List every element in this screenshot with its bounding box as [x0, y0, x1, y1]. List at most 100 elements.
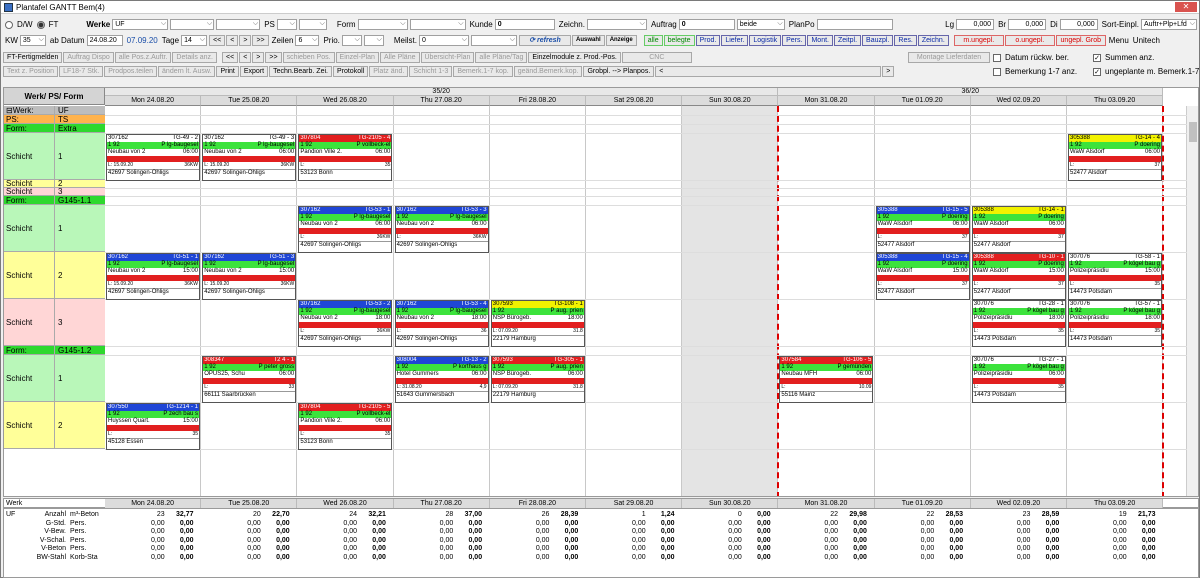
ungepl-grob-button[interactable]: ungepl. Grob [1055, 35, 1106, 46]
text-z-position-button[interactable]: Text z. Position [3, 66, 59, 77]
plan-card[interactable]: 307550 TG-1214 - 11 92 P zech bau s Huyssen… [106, 403, 200, 450]
plan-card[interactable]: 305388 TG-15 - 41 92 P doering WaW Alsdorf 1… [875, 253, 970, 300]
schicht-button[interactable]: Schicht 1-3 [409, 66, 453, 77]
meilst-select[interactable]: 0 [419, 35, 470, 46]
filter-pers-button[interactable]: Pers. [782, 35, 807, 46]
prio-select[interactable] [341, 35, 362, 46]
cnc-button[interactable]: CNC [621, 52, 692, 63]
plan-card[interactable]: 307804 TG-2105 - 51 92 P vollbeck-el Pandio… [298, 403, 393, 450]
radio-ft[interactable] [36, 20, 45, 29]
uebersicht-plan-button[interactable]: Übersicht-Plan [420, 52, 475, 63]
plan-card[interactable]: 307162 TG-53 - 11 92 P lg-baugesel Neubau v… [298, 206, 393, 253]
ps-select[interactable] [276, 19, 297, 30]
meilst-select-2[interactable] [471, 35, 518, 46]
filter-bauzpl-button[interactable]: Bauzpl. [862, 35, 894, 46]
schieben-pos-button[interactable]: schieben Pos. [282, 52, 335, 63]
filter-zeitpl-button[interactable]: Zeitpl. [833, 35, 862, 46]
datum-rueckw-checkbox[interactable] [993, 53, 1001, 62]
plan-card[interactable]: 305388 TG-14 - 4 1 92 P doering WaW Alsdorf 0… [1068, 134, 1162, 181]
details-anz-button[interactable]: Details anz. [172, 52, 217, 63]
plan-card[interactable]: 305388 TG-15 - 5 1 92 P doering WaW Alsdorf 0… [875, 206, 970, 253]
prodpos-teilen-button[interactable]: Prodpos.teilen [104, 66, 158, 77]
plan-card[interactable]: 307162 TG-49 - 21 92 P lg-baugesel Neubau v… [106, 134, 200, 181]
protokoll-button[interactable]: Protokoll [332, 66, 369, 77]
br-input[interactable]: 0,000 [1008, 19, 1047, 30]
scroll-thumb[interactable] [1189, 122, 1197, 142]
tage-select[interactable]: 14 [181, 35, 208, 46]
filter-alle-button[interactable]: alle [643, 35, 663, 46]
plan-card[interactable]: 307162 TG-49 - 31 92 P lg-baugesel Neubau v… [202, 134, 297, 181]
filter-res-button[interactable]: Res. [894, 35, 917, 46]
anzeige-button[interactable]: Anzeige [605, 35, 637, 46]
plan-card[interactable]: 307593 TG-305 - 11 92 P aug. prien NSP Büro… [490, 356, 585, 403]
refresh-button[interactable]: ⟳ refresh [519, 35, 572, 46]
werke-select-3[interactable] [216, 19, 261, 30]
montage-lieferdaten-button[interactable]: Montage Lieferdaten [908, 52, 990, 63]
radio-dw[interactable] [5, 20, 13, 29]
plan-card[interactable]: 307076 TG-27 - 11 92 P kögel bau g Polizeip… [971, 356, 1066, 403]
grobpl-planpos-button[interactable]: Grobpl. --> Planpos. [583, 66, 655, 77]
werke-select[interactable]: UF [112, 19, 169, 30]
ft-fertigmelden-button[interactable]: FT-Fertigmelden [3, 52, 63, 63]
plan-card[interactable]: 307076 TG-58 - 11 92 P kögel bau g Polizeip… [1068, 253, 1162, 300]
techn-bearb-button[interactable]: Techn.Bearb. Zei. [269, 66, 332, 77]
zeichn-select[interactable] [586, 19, 647, 30]
print-button[interactable]: Print [216, 66, 239, 77]
auswahl-button[interactable]: Auswahl [572, 35, 605, 46]
filter-prod-button[interactable]: Prod. [695, 35, 721, 46]
plan-card[interactable]: 307162 TG-51 - 11 92 P lg-baugesel Neubau v… [106, 253, 200, 300]
alle-plaene-tag-button[interactable]: alle Pläne/Tag [475, 52, 528, 63]
filter-logistik-button[interactable]: Logistik [749, 35, 782, 46]
ungeplante-checkbox[interactable]: ✓ [1093, 67, 1101, 76]
beide-select[interactable]: beide [736, 19, 785, 30]
kw-select[interactable]: 35 [19, 35, 46, 46]
zeilen-select[interactable]: 6 [295, 35, 320, 46]
lg-input[interactable]: 0,000 [956, 19, 995, 30]
einzelmodule-button[interactable]: Einzelmodule z. Prod.-Pos. [528, 52, 621, 63]
plan-card[interactable]: 307162 TG-53 - 21 92 P lg-baugesel Neubau v… [298, 300, 393, 347]
form-select-2[interactable] [409, 19, 466, 30]
nav-next-button[interactable]: > [239, 35, 252, 46]
date-from-input[interactable]: 24.08.20 [86, 35, 123, 46]
pos-next-button[interactable]: > [252, 52, 265, 63]
auftrag-input[interactable]: 0 [678, 19, 735, 30]
plan-card[interactable]: 307804 TG-2105 - 41 92 P vollbeck-el Pandio… [298, 134, 393, 181]
werke-select-2[interactable] [170, 19, 215, 30]
nav-first-button[interactable]: << [209, 35, 226, 46]
summen-anz-checkbox[interactable]: ✓ [1093, 53, 1101, 62]
einzel-plan-button[interactable]: Einzel-Plan [335, 52, 379, 63]
plan-card[interactable]: 307593 TG-108 - 11 92 P aug. prien NSP Büro… [490, 300, 585, 347]
bemerkung-checkbox[interactable] [993, 67, 1001, 76]
plan-card[interactable]: 305388 TG-10 - 11 92 P doering WaW Alsdorf 1… [971, 253, 1066, 300]
lf18-button[interactable]: LF18-7 Stk. [59, 66, 104, 77]
plan-card[interactable]: 308004 TG-13 - 21 92 P korthaus g Hotel Gum… [394, 356, 489, 403]
planpo-input[interactable] [816, 19, 893, 30]
platz-aend-button[interactable]: Platz änd. [369, 66, 409, 77]
filter-belegte-button[interactable]: belegte [663, 35, 695, 46]
plan-card[interactable]: 308347 T2 4 - 11 92 P peter gross OPUS25, S… [202, 356, 297, 403]
aendern-ausw-button[interactable]: ändern lt. Ausw. [158, 66, 216, 77]
alle-plaene-button[interactable]: Alle Pläne [379, 52, 420, 63]
plan-card[interactable]: 307162 TG-53 - 41 92 P lg-baugesel Neubau v… [394, 300, 489, 347]
scroll-right-button[interactable]: > [882, 66, 895, 77]
pos-first-button[interactable]: << [222, 52, 239, 63]
form-select[interactable] [357, 19, 408, 30]
scroll-left-button[interactable]: < [655, 66, 882, 77]
close-button[interactable]: ✕ [1175, 2, 1197, 12]
di-input[interactable]: 0,000 [1059, 19, 1098, 30]
auftrag-dispo-button[interactable]: Auftrag Dispo [63, 52, 114, 63]
filter-mont-button[interactable]: Mont. [807, 35, 833, 46]
vertical-scrollbar[interactable] [1186, 106, 1198, 496]
pos-prev-button[interactable]: < [239, 52, 252, 63]
sort-select[interactable]: Auftr+Plp+Lfd [1141, 19, 1197, 30]
plan-card[interactable]: 307162 TG-51 - 31 92 P lg-baugesel Neubau v… [202, 253, 297, 300]
plan-card[interactable]: 307076 TG-28 - 11 92 P kögel bau g Polizeip… [971, 300, 1066, 347]
prio-select-2[interactable] [363, 35, 384, 46]
plan-card[interactable]: 307076 TG-57 - 11 92 P kögel bau g Polizeip… [1068, 300, 1162, 347]
bemerk-kop-button[interactable]: Bemerk.1-7 kop. [453, 66, 513, 77]
geaend-bemerk-button[interactable]: geänd.Bemerk.kop. [513, 66, 583, 77]
filter-liefer-button[interactable]: Liefer. [721, 35, 749, 46]
nav-last-button[interactable]: >> [252, 35, 269, 46]
ps-select-2[interactable] [298, 19, 327, 30]
alle-pos-button[interactable]: alle Pos.z.Auftr. [114, 52, 172, 63]
